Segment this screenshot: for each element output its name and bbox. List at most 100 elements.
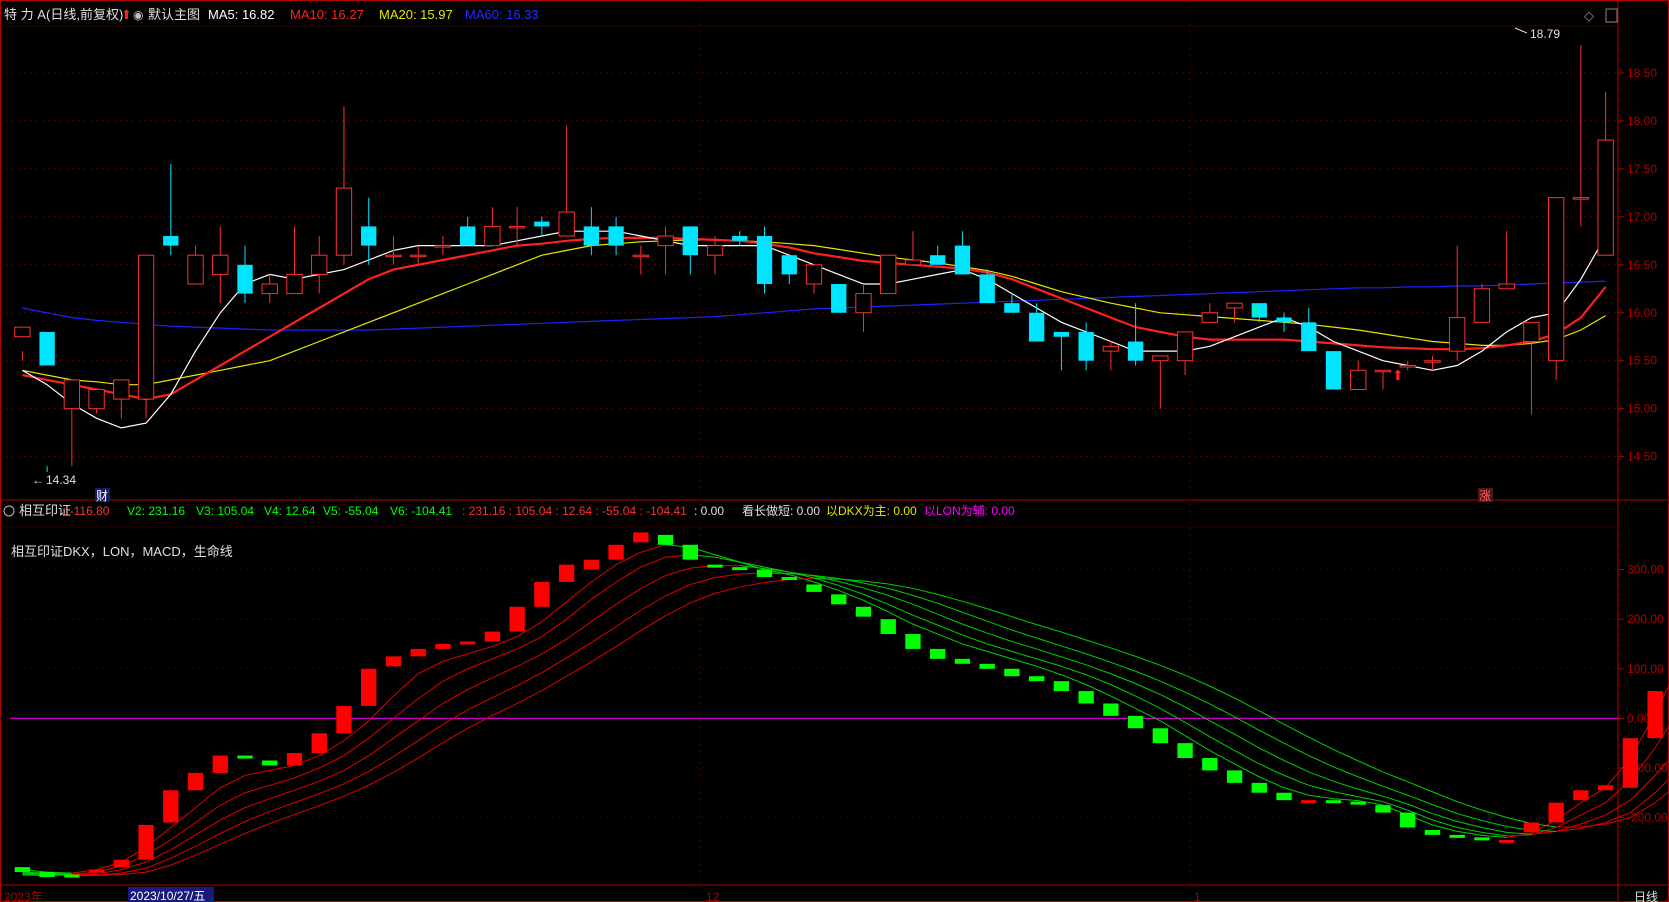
candle[interactable] xyxy=(1102,341,1120,371)
candle[interactable] xyxy=(113,379,130,419)
candle[interactable] xyxy=(1523,321,1540,415)
candle[interactable] xyxy=(534,216,550,237)
indicator-bar[interactable] xyxy=(361,668,377,706)
candle[interactable] xyxy=(657,226,674,275)
candle[interactable] xyxy=(1053,331,1070,371)
indicator-bar[interactable] xyxy=(880,619,896,635)
indicator-bar[interactable] xyxy=(64,874,80,878)
candlestick-series[interactable] xyxy=(14,45,1614,472)
candle[interactable] xyxy=(163,164,179,256)
candle[interactable] xyxy=(831,283,847,313)
candle[interactable] xyxy=(212,226,229,304)
indicator-bar[interactable] xyxy=(1103,703,1119,716)
candle[interactable] xyxy=(558,125,575,237)
candle[interactable] xyxy=(1572,45,1590,227)
indicator-bar[interactable] xyxy=(88,869,105,873)
candle[interactable] xyxy=(237,245,253,304)
indicator-bar[interactable] xyxy=(410,648,426,657)
period-tab-daily[interactable]: 日线 xyxy=(1634,890,1658,902)
indicator-settings-icon[interactable] xyxy=(3,505,15,517)
candle[interactable] xyxy=(583,207,600,256)
indicator-bar[interactable] xyxy=(583,559,600,570)
indicator-bar[interactable] xyxy=(682,544,698,560)
candle[interactable] xyxy=(979,269,995,304)
indicator-bar[interactable] xyxy=(930,648,946,659)
candle[interactable] xyxy=(1325,351,1342,390)
indicator-bar[interactable] xyxy=(138,824,154,860)
indicator-bar[interactable] xyxy=(385,656,402,667)
candle[interactable] xyxy=(1473,283,1491,323)
candle[interactable] xyxy=(484,207,501,247)
candle[interactable] xyxy=(608,216,624,256)
indicator-bar[interactable] xyxy=(633,532,649,543)
candle[interactable] xyxy=(904,231,922,266)
candle[interactable] xyxy=(1597,92,1614,256)
candle[interactable] xyxy=(1176,331,1194,376)
indicator-bar[interactable] xyxy=(435,643,451,649)
candle[interactable] xyxy=(1152,355,1169,409)
indicator-bar[interactable] xyxy=(855,606,872,617)
candle[interactable] xyxy=(954,231,971,275)
candle[interactable] xyxy=(756,226,773,294)
candle[interactable] xyxy=(1498,231,1515,290)
indicator-bar[interactable] xyxy=(459,641,476,645)
candle[interactable] xyxy=(855,283,872,332)
indicator-bar[interactable] xyxy=(954,658,971,664)
indicator-bar[interactable] xyxy=(237,755,253,759)
candle[interactable] xyxy=(930,245,946,265)
indicator-bar[interactable] xyxy=(558,564,575,582)
indicator-bar[interactable] xyxy=(1004,668,1020,677)
indicator-bar[interactable] xyxy=(657,534,674,545)
diamond-icon[interactable]: ◇ xyxy=(1584,8,1594,23)
indicator-bar[interactable] xyxy=(484,631,501,642)
indicator-bar[interactable] xyxy=(608,544,624,560)
candle[interactable] xyxy=(286,226,303,295)
candle[interactable] xyxy=(1276,312,1292,332)
candle[interactable] xyxy=(1424,355,1441,371)
stock-chart[interactable]: 14.50 15.00 15.50 16.00 16.50 17.00 17.50 18.00… xyxy=(0,0,1669,902)
candle[interactable] xyxy=(1201,303,1218,323)
indicator-bar[interactable] xyxy=(831,594,847,605)
indicator-bar[interactable] xyxy=(1177,743,1193,759)
indicator-bar[interactable] xyxy=(1597,785,1614,791)
candle[interactable] xyxy=(261,274,278,304)
indicator-bar[interactable] xyxy=(1325,800,1342,804)
indicator-bar[interactable] xyxy=(311,733,327,754)
indicator-bar[interactable] xyxy=(1078,691,1094,704)
candle[interactable] xyxy=(361,197,377,265)
candle[interactable] xyxy=(14,326,31,361)
indicator-bar[interactable] xyxy=(1251,782,1267,793)
indicator-bar[interactable] xyxy=(14,867,31,873)
indicator-bar[interactable] xyxy=(1548,802,1564,823)
stock-name[interactable]: 特 力 A xyxy=(4,7,46,22)
candle[interactable] xyxy=(880,254,897,295)
indicator-bar[interactable] xyxy=(1053,681,1070,692)
candle[interactable] xyxy=(706,236,724,275)
candle[interactable] xyxy=(410,245,427,265)
template-label[interactable]: 默认主图 xyxy=(148,7,200,22)
indicator-bar[interactable] xyxy=(286,753,303,766)
period-label[interactable]: (日线,前复权) xyxy=(46,7,123,22)
candle[interactable] xyxy=(137,254,155,419)
indicator-bar[interactable] xyxy=(39,872,55,878)
indicator-bar[interactable] xyxy=(1523,822,1540,833)
candle[interactable] xyxy=(1547,197,1565,380)
candle[interactable] xyxy=(805,264,823,294)
indicator-bar[interactable] xyxy=(113,859,129,868)
window-icon[interactable] xyxy=(1605,8,1618,23)
indicator-bar[interactable] xyxy=(1028,676,1045,682)
indicator-bar[interactable] xyxy=(1276,792,1292,801)
indicator-bar[interactable] xyxy=(1375,805,1391,813)
indicator-bar[interactable] xyxy=(1301,800,1317,804)
indicator-bar[interactable] xyxy=(781,577,797,581)
candle[interactable] xyxy=(385,236,402,265)
indicator-bar[interactable] xyxy=(1424,829,1441,835)
indicator-bar[interactable] xyxy=(756,569,773,578)
indicator-bar[interactable] xyxy=(1499,839,1515,843)
candle[interactable] xyxy=(88,388,105,414)
indicator-bar[interactable] xyxy=(1622,738,1639,788)
indicator-bar[interactable] xyxy=(509,606,525,632)
candle[interactable] xyxy=(39,331,55,472)
template-dropdown-icon[interactable]: ◉ xyxy=(133,8,143,22)
indicator-bar[interactable] xyxy=(163,790,179,823)
